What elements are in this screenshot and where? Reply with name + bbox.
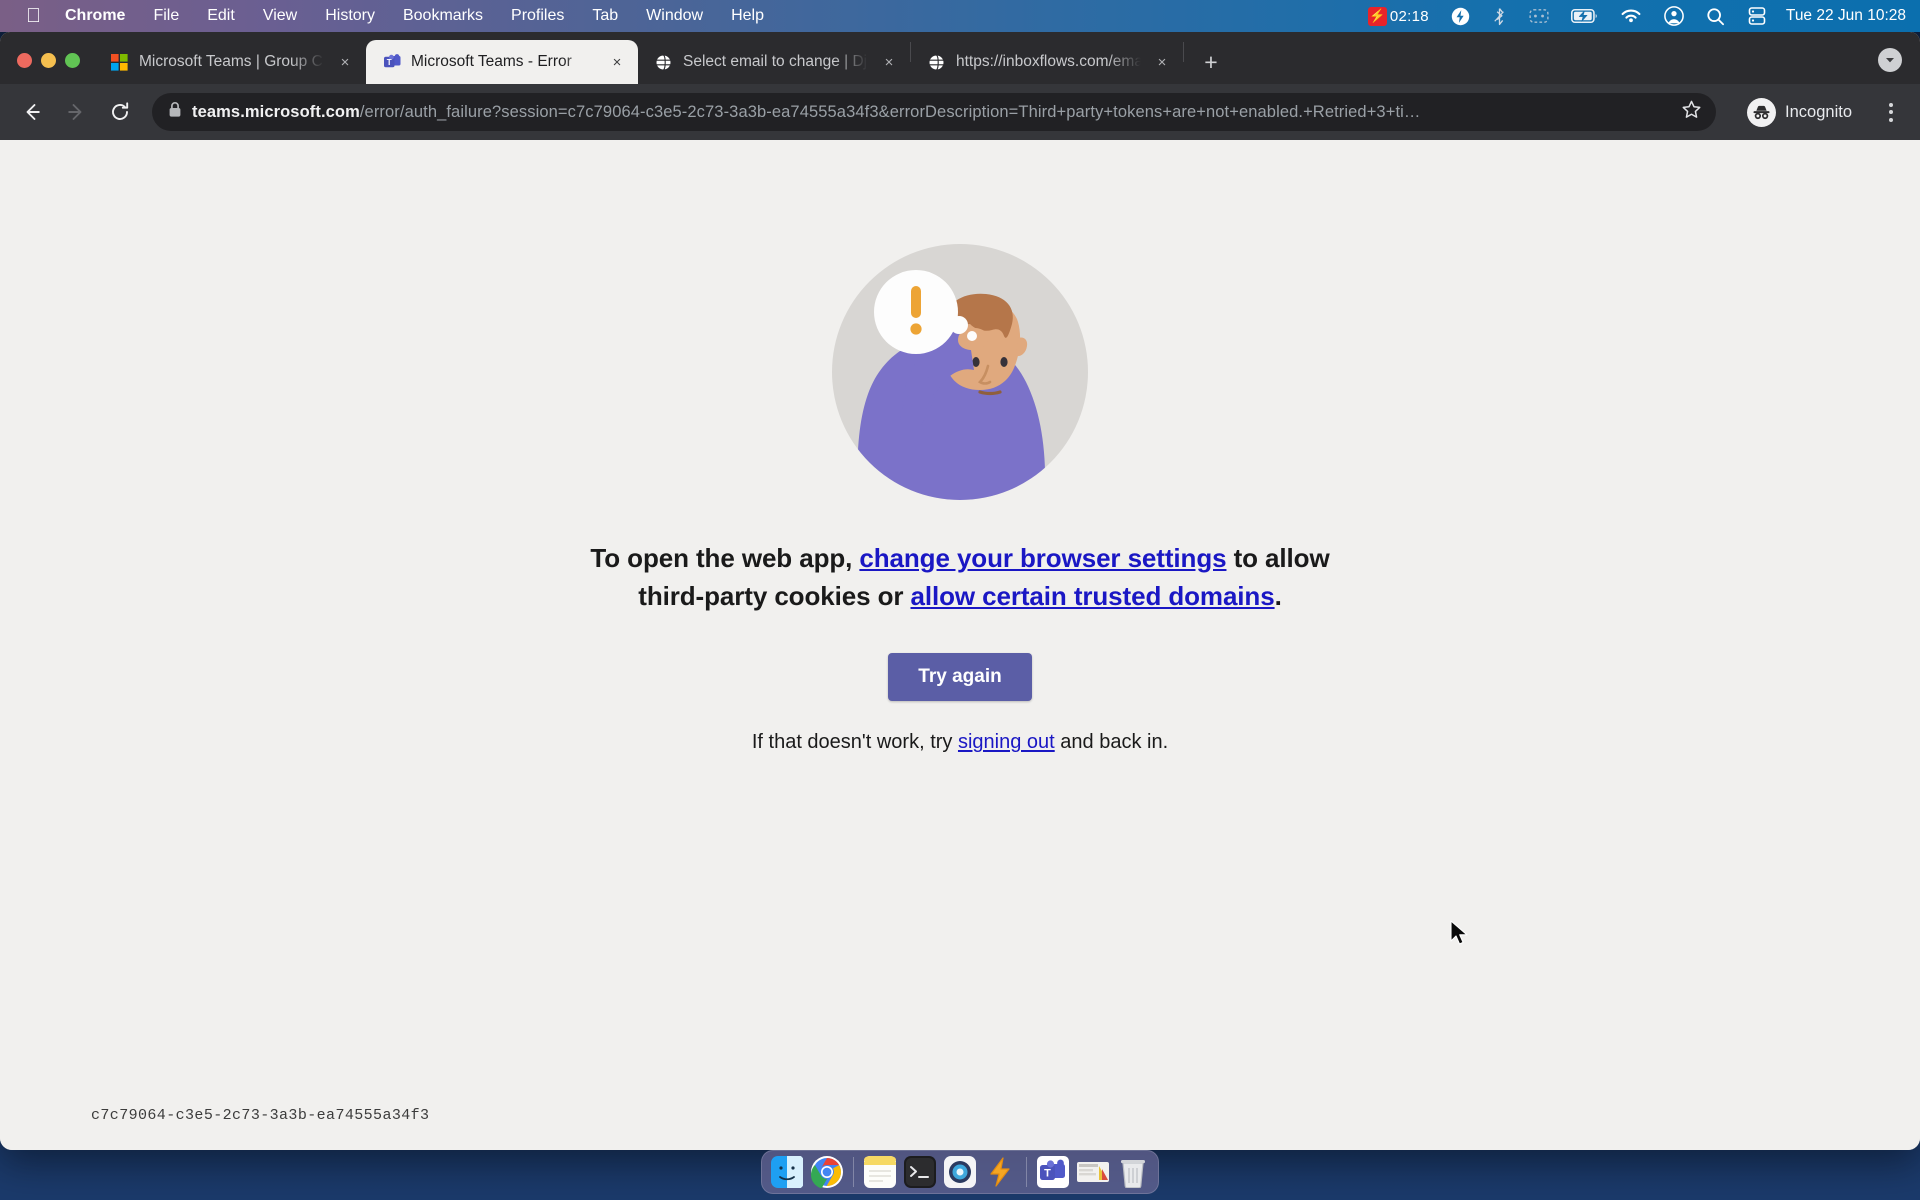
new-tab-button[interactable]: + xyxy=(1194,45,1228,79)
incognito-label: Incognito xyxy=(1785,102,1852,121)
incognito-icon xyxy=(1747,97,1777,127)
close-tab-button[interactable]: × xyxy=(334,51,356,73)
bluetooth-icon[interactable] xyxy=(1481,0,1518,32)
dock-item-screenshot-thumbnail[interactable] xyxy=(1076,1155,1110,1189)
tab-title: https://inboxflows.com/emails/ xyxy=(956,53,1141,70)
error-message: To open the web app, change your browser… xyxy=(580,540,1340,615)
confused-person-illustration xyxy=(828,240,1092,504)
close-tab-button[interactable]: × xyxy=(1151,51,1173,73)
tab-microsoft-teams-error[interactable]: T Microsoft Teams - Error × xyxy=(366,40,638,84)
tab-select-email-to-change[interactable]: Select email to change | Djang × xyxy=(638,40,910,84)
close-window-button[interactable] xyxy=(17,53,32,68)
menu-item-file[interactable]: File xyxy=(139,0,193,32)
tab-separator xyxy=(1183,42,1184,62)
page-content: To open the web app, change your browser… xyxy=(0,140,1920,1150)
subtext-suffix: and back in. xyxy=(1054,731,1169,754)
wifi-icon[interactable] xyxy=(1609,0,1653,32)
dock-item-teams[interactable]: T xyxy=(1036,1155,1070,1189)
screen-recording-indicator[interactable]: ⚡ 02:18 xyxy=(1357,0,1440,32)
dock-item-chrome[interactable] xyxy=(810,1155,844,1189)
menu-item-profiles[interactable]: Profiles xyxy=(497,0,578,32)
try-again-button[interactable]: Try again xyxy=(888,653,1032,702)
dock-separator xyxy=(1026,1157,1027,1187)
menu-item-bookmarks[interactable]: Bookmarks xyxy=(389,0,497,32)
star-icon[interactable] xyxy=(1681,99,1702,125)
dock-item-trash[interactable] xyxy=(1116,1155,1150,1189)
dock-separator xyxy=(853,1157,854,1187)
battery-charging-icon[interactable] xyxy=(1560,0,1609,32)
subtext-prefix: If that doesn't work, try xyxy=(751,731,958,754)
maximize-window-button[interactable] xyxy=(65,53,80,68)
lock-icon[interactable] xyxy=(168,101,182,123)
apple-logo-icon[interactable]:  xyxy=(16,0,51,32)
recording-time: 02:18 xyxy=(1389,7,1429,25)
message-suffix: . xyxy=(1274,580,1282,611)
dock-item-finder[interactable] xyxy=(770,1155,804,1189)
tab-inboxflows-emails[interactable]: https://inboxflows.com/emails/ × xyxy=(911,40,1183,84)
tab-title: Select email to change | Djang xyxy=(683,53,868,70)
kebab-menu-icon[interactable] xyxy=(1874,102,1908,122)
svg-text:T: T xyxy=(1044,1168,1051,1180)
menu-bar-clock[interactable]: Tue 22 Jun 10:28 xyxy=(1778,7,1906,25)
reload-icon[interactable] xyxy=(100,92,140,132)
tab-search-button[interactable] xyxy=(1878,48,1902,72)
window-traffic-lights xyxy=(0,53,94,84)
trusted-domains-link[interactable]: allow certain trusted domains xyxy=(911,581,1275,611)
signing-out-link[interactable]: signing out xyxy=(958,731,1055,753)
menu-item-help[interactable]: Help xyxy=(717,0,778,32)
record-icon: ⚡ xyxy=(1367,6,1387,26)
url-domain: teams.microsoft.com xyxy=(192,102,360,121)
bolt-icon[interactable] xyxy=(1440,0,1481,32)
dock-item-preview[interactable] xyxy=(943,1155,977,1189)
dock-item-notes[interactable] xyxy=(863,1155,897,1189)
minimize-window-button[interactable] xyxy=(41,53,56,68)
dock-item-lightning-app[interactable] xyxy=(983,1155,1017,1189)
tab-title: Microsoft Teams - Error xyxy=(411,53,572,70)
address-bar[interactable]: teams.microsoft.com/error/auth_failure?s… xyxy=(152,93,1717,131)
menu-item-view[interactable]: View xyxy=(249,0,311,32)
url-text: teams.microsoft.com/error/auth_failure?s… xyxy=(192,103,1665,122)
close-tab-button[interactable]: × xyxy=(606,51,628,73)
menu-item-history[interactable]: History xyxy=(311,0,389,32)
menu-item-tab[interactable]: Tab xyxy=(578,0,632,32)
incognito-profile-button[interactable]: Incognito xyxy=(1742,94,1864,131)
svg-text:T: T xyxy=(386,58,391,67)
display-icon[interactable] xyxy=(1736,0,1778,32)
menu-item-edit[interactable]: Edit xyxy=(193,0,249,32)
message-prefix: To open the web app, xyxy=(590,543,860,573)
user-account-icon[interactable] xyxy=(1653,0,1695,32)
tab-title: Microsoft Teams | Group Chat, xyxy=(139,53,324,70)
menu-item-window[interactable]: Window xyxy=(632,0,717,32)
mouse-cursor xyxy=(1450,920,1470,953)
browser-toolbar: teams.microsoft.com/error/auth_failure?s… xyxy=(0,84,1920,140)
macos-dock: T xyxy=(761,1150,1159,1194)
control-center-icon[interactable] xyxy=(1518,0,1560,32)
url-path: /error/auth_failure?session=c7c79064-c3e… xyxy=(359,102,1421,121)
dock-item-terminal[interactable] xyxy=(903,1155,937,1189)
microsoft-logo-icon xyxy=(110,53,129,72)
globe-icon xyxy=(927,53,946,72)
tab-strip: Microsoft Teams | Group Chat, × T Micros… xyxy=(0,32,1920,84)
globe-icon xyxy=(654,53,673,72)
session-id-label: c7c79064-c3e5-2c73-3a3b-ea74555a34f3 xyxy=(91,1107,430,1124)
chrome-browser-window: Microsoft Teams | Group Chat, × T Micros… xyxy=(0,32,1920,1150)
change-browser-settings-link[interactable]: change your browser settings xyxy=(859,543,1226,573)
close-tab-button[interactable]: × xyxy=(878,51,900,73)
search-icon[interactable] xyxy=(1695,0,1736,32)
sign-out-hint: If that doesn't work, try signing out an… xyxy=(752,731,1168,754)
menu-item-chrome[interactable]: Chrome xyxy=(51,0,139,32)
back-arrow-icon[interactable] xyxy=(12,92,52,132)
teams-icon: T xyxy=(382,53,401,72)
forward-arrow-icon xyxy=(56,92,96,132)
macos-menu-bar:  Chrome File Edit View History Bookmark… xyxy=(0,0,1920,32)
tab-microsoft-teams-group-chat[interactable]: Microsoft Teams | Group Chat, × xyxy=(94,40,366,84)
